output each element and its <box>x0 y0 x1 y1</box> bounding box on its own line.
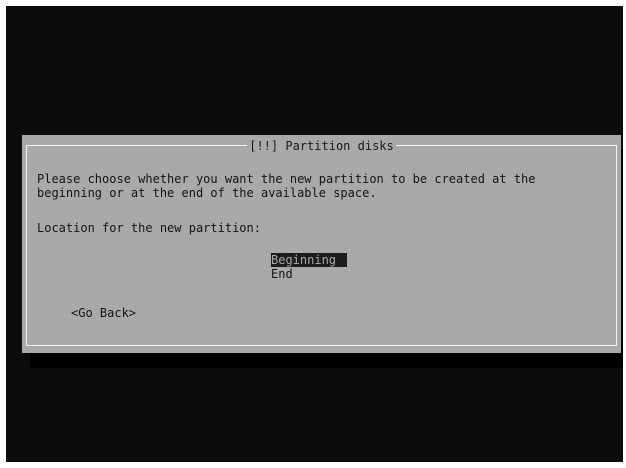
option-end[interactable]: End <box>271 267 347 281</box>
installer-screen: [!!] Partition disks Please choose wheth… <box>6 6 623 462</box>
message-line-1: Please choose whether you want the new p… <box>37 172 536 186</box>
message-line-2: beginning or at the end of the available… <box>37 186 377 200</box>
dialog-title: [!!] Partition disks <box>22 138 621 154</box>
location-options-list: Beginning End <box>271 253 347 281</box>
dialog-title-text: [!!] Partition disks <box>247 138 396 154</box>
go-back-button[interactable]: <Go Back> <box>71 306 136 320</box>
option-beginning[interactable]: Beginning <box>271 253 347 267</box>
location-prompt: Location for the new partition: <box>37 221 261 235</box>
partition-dialog: [!!] Partition disks Please choose wheth… <box>22 135 621 353</box>
